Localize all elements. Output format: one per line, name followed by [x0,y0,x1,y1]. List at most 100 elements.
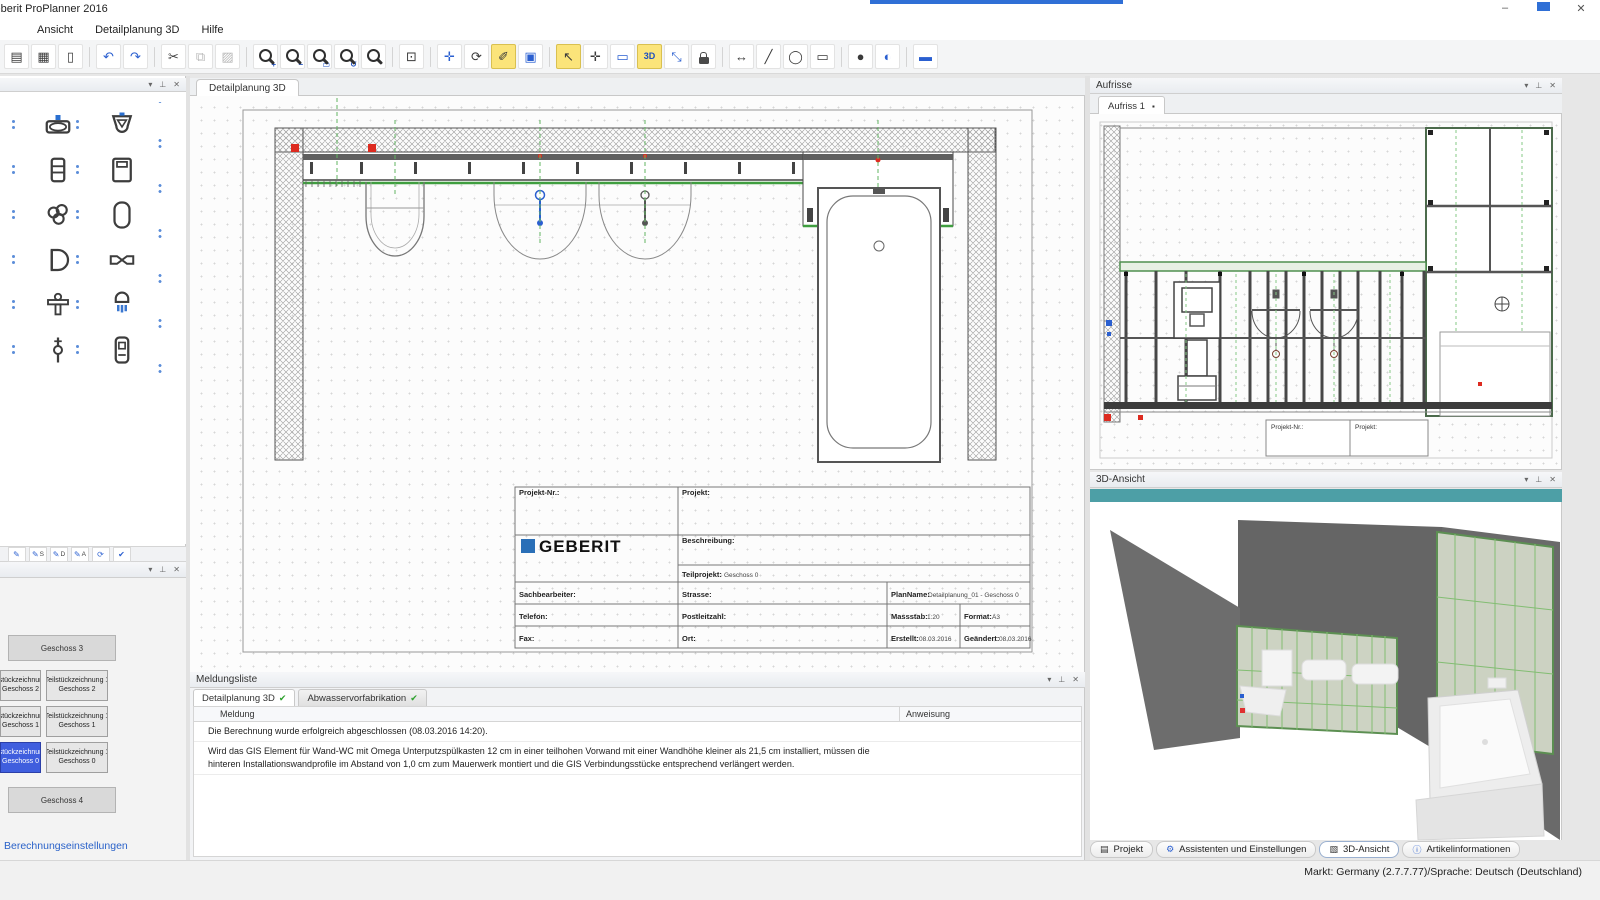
sphere-dark-button[interactable]: ● [848,44,873,69]
urinal-item[interactable] [90,102,154,147]
paste-button[interactable]: ▨ [215,44,240,69]
washbasin-shapes[interactable] [494,182,691,259]
save-button[interactable]: ▤ [4,44,29,69]
tall-frame-section[interactable] [1426,128,1552,416]
redo-button[interactable]: ↷ [123,44,148,69]
pin-icon[interactable]: ⊥ [1535,475,1542,484]
tab-close-icon[interactable]: ▪ [1152,102,1155,111]
undo-button[interactable]: ↶ [96,44,121,69]
zoom-extents-button[interactable]: ⊡ [399,44,424,69]
zoom-in-button[interactable]: + [253,44,278,69]
3d-view[interactable] [1090,502,1562,840]
drawing-cell[interactable]: Teilstückzeichnung 1 Geschoss 0 [46,742,108,773]
floor-band-bottom[interactable]: Geschoss 4 [8,787,116,813]
close-icon[interactable]: ✕ [1072,675,1079,684]
message-row[interactable]: Wird das GIS Element für Wand-WC mit Ome… [194,742,1081,775]
pin-icon[interactable]: ⊥ [1535,81,1542,90]
draw-line-button[interactable]: ╱ [756,44,781,69]
zoom-window-button[interactable]: ▭ [307,44,332,69]
mixer-valve-item[interactable] [26,282,90,327]
close-icon[interactable]: ✕ [173,565,180,574]
right-tab[interactable]: ▤ Projekt [1090,841,1153,858]
cut-button[interactable]: ✂ [161,44,186,69]
pan-button[interactable]: ✛ [437,44,462,69]
zoom-previous-button[interactable]: ↺ [334,44,359,69]
boiler-item[interactable] [90,327,154,372]
drawing-cell[interactable]: Teilstückzeichnung 1 Geschoss 0 [0,742,41,773]
3d-toggle-button[interactable]: 3D [637,44,662,69]
right-tab[interactable]: ⓘ Artikelinformationen [1402,841,1520,858]
pin-icon[interactable]: ⊥ [1058,675,1065,684]
panel-menu-icon[interactable]: ▾ [148,80,152,89]
drawing-cell[interactable]: Teilstückzeichnung 1 Geschoss 1 [0,706,41,737]
close-icon[interactable]: ✕ [1549,81,1556,90]
elevation-wc-element[interactable] [1174,282,1220,400]
close-icon[interactable]: ✕ [1549,475,1556,484]
stop-valve-item[interactable] [26,327,90,372]
annotation-pen-4[interactable]: ✎A [71,547,89,562]
print-button[interactable]: ▦ [31,44,56,69]
bathtub-item[interactable] [90,192,154,237]
move-button[interactable]: ✛ [583,44,608,69]
view-cube-button[interactable]: ▣ [518,44,543,69]
pipe-coupling-item[interactable] [90,237,154,282]
pin-icon[interactable]: ⊥ [159,80,166,89]
right-tab[interactable]: ▧ 3D-Ansicht [1319,841,1399,858]
elevation-installation-wall[interactable] [1120,262,1426,402]
sink-side-item[interactable] [26,237,90,282]
measure-button[interactable]: ⤡ [664,44,689,69]
close-icon[interactable]: ✕ [173,80,180,89]
zoom-all-button[interactable] [361,44,386,69]
panel-menu-icon[interactable]: ▾ [1047,675,1051,684]
message-tab[interactable]: Detailplanung 3D ✔ [193,689,295,706]
draw-rect-button[interactable]: ▭ [810,44,835,69]
tab-aufriss-1[interactable]: Aufriss 1 ▪ [1098,96,1165,115]
menu-item[interactable]: Ansicht [26,24,84,36]
top-blue-strip [870,0,1123,4]
sphere-blue-button[interactable]: ◐ [875,44,900,69]
washbasin-item[interactable] [26,102,90,147]
right-tab[interactable]: ⚙ Assistenten und Einstellungen [1156,841,1316,858]
lock-button[interactable] [691,44,716,69]
panel-menu-icon[interactable]: ▾ [1524,475,1528,484]
annotation-confirm[interactable]: ✔ [113,547,131,562]
calculation-settings-link[interactable]: Berechnungseinstellungen [4,840,128,852]
menu-item[interactable]: Hilfe [190,24,234,36]
annotation-pen-3[interactable]: ✎D [50,547,68,562]
minimize-button[interactable]: – [1498,2,1512,15]
draw-ellipse-button[interactable]: ◯ [783,44,808,69]
cistern-item[interactable] [90,147,154,192]
pin-icon[interactable]: ⊥ [159,565,166,574]
drawing-cell[interactable]: Teilstückzeichnung 1 Geschoss 1 [46,706,108,737]
select-button[interactable]: ↖ [556,44,581,69]
drawing-cell[interactable]: Teilstückzeichnung 1 Geschoss 2 [0,670,41,701]
copy-button[interactable]: ⧉ [188,44,213,69]
presentation-button[interactable]: ▭ [610,44,635,69]
shower-item[interactable] [90,282,154,327]
annotation-refresh[interactable]: ⟳ [92,547,110,562]
message-tab[interactable]: Abwasservorfabrikation ✔ [298,689,426,706]
annotation-pen-2[interactable]: ✎S [29,547,47,562]
wall-segment-button[interactable]: ▬ [913,44,938,69]
sketch-mode-button[interactable]: ✐ [491,44,516,69]
plan-canvas[interactable]: Projekt-Nr.: Projekt: Beschreibung: Teil… [190,96,1085,672]
panel-menu-icon[interactable]: ▾ [1524,81,1528,90]
dimension-button[interactable]: ↔ [729,44,754,69]
elevation-canvas[interactable]: Projekt-Nr.: Projekt: [1090,114,1562,470]
wc-element-item[interactable] [26,147,90,192]
annotation-pen-1[interactable]: ✎ [8,547,26,562]
flex-connector-item[interactable] [26,192,90,237]
message-row[interactable]: Die Berechnung wurde erfolgreich abgesch… [194,722,1081,742]
installation-wall[interactable] [303,152,803,187]
zoom-out-button[interactable]: − [280,44,305,69]
menu-item[interactable]: Detailplanung 3D [84,24,190,36]
drawing-cell[interactable]: Teilstückzeichnung 1 Geschoss 2 [46,670,108,701]
close-button[interactable]: ✕ [1574,2,1588,15]
floor-band-top[interactable]: Geschoss 3 [8,635,116,661]
orbit-button[interactable]: ⟳ [464,44,489,69]
bathtub-shape[interactable] [818,188,940,462]
export-doc-button[interactable]: ▯ [58,44,83,69]
panel-menu-icon[interactable]: ▾ [148,565,152,574]
fitting-symbols[interactable] [536,191,650,227]
tab-detailplanung-3d[interactable]: Detailplanung 3D [196,79,299,97]
